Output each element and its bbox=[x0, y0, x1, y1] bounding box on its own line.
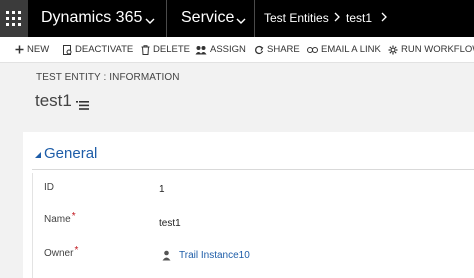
plus-icon bbox=[15, 45, 24, 54]
nav-divider bbox=[166, 0, 167, 37]
field-label-owner-text: Owner bbox=[44, 248, 74, 259]
field-label-name: Name* bbox=[44, 211, 76, 225]
email-link-icon bbox=[307, 46, 318, 53]
new-button[interactable]: NEW bbox=[15, 37, 49, 62]
run-workflow-button[interactable]: RUN WORKFLOW bbox=[388, 37, 474, 62]
area-name[interactable]: Service bbox=[181, 8, 234, 28]
field-label-id: ID bbox=[44, 182, 54, 193]
assign-button[interactable]: ASSIGN bbox=[195, 37, 246, 62]
assign-button-label: ASSIGN bbox=[210, 44, 246, 55]
new-button-label: NEW bbox=[27, 44, 50, 55]
field-value-name[interactable]: test1 bbox=[159, 218, 181, 229]
deactivate-button[interactable]: DEACTIVATE bbox=[63, 37, 133, 62]
field-value-id[interactable]: 1 bbox=[159, 184, 165, 195]
run-workflow-icon bbox=[388, 45, 398, 54]
breadcrumb-chevron-right-icon bbox=[333, 11, 341, 26]
share-icon bbox=[255, 45, 264, 54]
app-name[interactable]: Dynamics 365 bbox=[41, 8, 142, 28]
section-title[interactable]: General bbox=[44, 145, 97, 163]
field-list bbox=[32, 173, 474, 278]
user-icon bbox=[162, 248, 171, 266]
breadcrumb-entity[interactable]: Test Entities bbox=[264, 11, 329, 25]
deactivate-button-label: DEACTIVATE bbox=[75, 44, 134, 55]
email-a-link-button-label: EMAIL A LINK bbox=[321, 44, 381, 55]
deactivate-icon bbox=[63, 44, 72, 55]
share-button[interactable]: SHARE bbox=[254, 37, 300, 62]
app-chevron-down-icon[interactable] bbox=[145, 13, 155, 31]
nav-divider bbox=[254, 0, 255, 37]
required-indicator: * bbox=[74, 245, 79, 256]
email-a-link-button[interactable]: EMAIL A LINK bbox=[307, 37, 381, 62]
section-divider bbox=[32, 169, 474, 170]
share-button-label: SHARE bbox=[267, 44, 300, 55]
breadcrumb-record[interactable]: test1 bbox=[346, 11, 372, 25]
top-nav-bar: Dynamics 365 Service Test Entities test1 bbox=[0, 0, 474, 37]
command-bar: NEW DEACTIVATE DELETE ASSIGN SHARE EMAIL… bbox=[0, 37, 474, 63]
delete-button-label: DELETE bbox=[153, 44, 190, 55]
owner-lookup-link[interactable]: Trail Instance10 bbox=[179, 250, 250, 261]
required-indicator: * bbox=[71, 211, 76, 222]
run-workflow-button-label: RUN WORKFLOW bbox=[401, 44, 474, 55]
field-label-name-text: Name bbox=[44, 214, 71, 225]
entity-form-label: TEST ENTITY : INFORMATION bbox=[36, 72, 180, 83]
section-collapse-icon[interactable] bbox=[34, 151, 42, 161]
app-launcher-icon[interactable] bbox=[0, 0, 28, 37]
area-chevron-down-icon[interactable] bbox=[236, 13, 246, 31]
assign-icon bbox=[195, 45, 207, 54]
trash-icon bbox=[141, 44, 150, 55]
delete-button[interactable]: DELETE bbox=[141, 37, 190, 62]
breadcrumb-chevron-right-icon[interactable] bbox=[380, 11, 388, 26]
field-label-owner: Owner* bbox=[44, 245, 79, 259]
form-selector-icon[interactable] bbox=[76, 97, 89, 115]
record-title: test1 bbox=[35, 91, 72, 110]
